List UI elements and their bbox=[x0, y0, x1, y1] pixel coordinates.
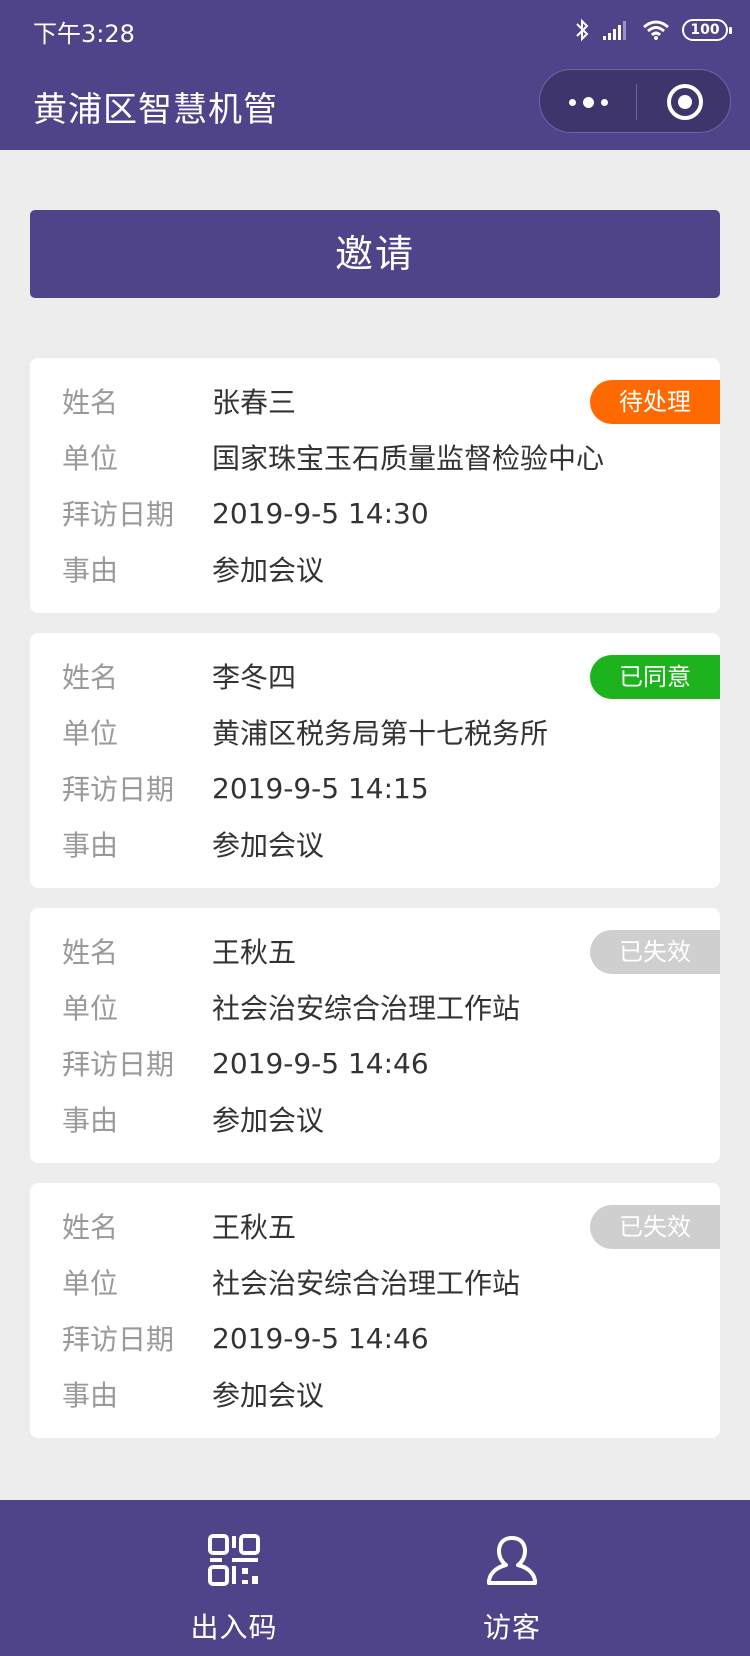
signal-icon bbox=[603, 21, 626, 40]
reason-label: 事由 bbox=[62, 1104, 119, 1137]
visitor-unit: 黄浦区税务局第十七税务所 bbox=[212, 717, 549, 750]
card-row-name: 姓名 张春三 bbox=[62, 381, 296, 421]
nav-bar: 黄浦区智慧机管 bbox=[0, 60, 750, 150]
tab-visitors[interactable]: 访客 bbox=[412, 1500, 612, 1656]
visit-date-label: 拜访日期 bbox=[62, 1323, 175, 1356]
target-icon bbox=[666, 84, 703, 120]
person-icon bbox=[487, 1536, 537, 1585]
unit-label: 单位 bbox=[62, 442, 119, 475]
visit-date: 2019-9-5 14:15 bbox=[212, 771, 429, 805]
mini-program-capsule bbox=[539, 69, 731, 133]
reason-label: 事由 bbox=[62, 829, 119, 862]
unit-label: 单位 bbox=[62, 717, 119, 750]
visitor-card[interactable]: 已失效 姓名 王秋五 单位 社会治安综合治理工作站 拜访日期 2019-9-5 … bbox=[30, 1183, 720, 1438]
unit-label: 单位 bbox=[62, 1267, 119, 1300]
card-row-unit: 单位 黄浦区税务局第十七税务所 bbox=[62, 712, 548, 752]
qr-code-icon bbox=[208, 1534, 260, 1586]
card-row-date: 拜访日期 2019-9-5 14:15 bbox=[62, 768, 429, 808]
status-badge: 已失效 bbox=[590, 930, 720, 974]
visit-date-label: 拜访日期 bbox=[62, 498, 175, 531]
tab-label: 出入码 bbox=[190, 1611, 278, 1644]
visit-date: 2019-9-5 14:46 bbox=[212, 1321, 429, 1355]
more-dot-icon bbox=[568, 98, 576, 106]
card-row-reason: 事由 参加会议 bbox=[62, 824, 324, 864]
visitor-card[interactable]: 已失效 姓名 王秋五 单位 社会治安综合治理工作站 拜访日期 2019-9-5 … bbox=[30, 908, 720, 1163]
battery-icon: 100 bbox=[682, 19, 732, 41]
name-label: 姓名 bbox=[62, 1211, 119, 1244]
unit-label: 单位 bbox=[62, 992, 119, 1025]
visitor-name: 李冬四 bbox=[212, 661, 297, 694]
more-dot-icon bbox=[600, 98, 608, 106]
tab-bar: 出入码 访客 bbox=[0, 1500, 750, 1656]
card-row-name: 姓名 王秋五 bbox=[62, 931, 296, 971]
card-row-date: 拜访日期 2019-9-5 14:46 bbox=[62, 1318, 429, 1358]
card-row-reason: 事由 参加会议 bbox=[62, 1099, 324, 1139]
card-row-date: 拜访日期 2019-9-5 14:30 bbox=[62, 493, 429, 533]
status-bar: 下午3:28 100 bbox=[0, 0, 750, 60]
card-row-date: 拜访日期 2019-9-5 14:46 bbox=[62, 1043, 429, 1083]
reason-label: 事由 bbox=[62, 554, 119, 587]
tab-label: 访客 bbox=[482, 1611, 541, 1644]
name-label: 姓名 bbox=[62, 661, 119, 694]
status-icons: 100 bbox=[574, 14, 732, 46]
name-label: 姓名 bbox=[62, 386, 119, 419]
status-time: 下午3:28 bbox=[33, 20, 135, 48]
visit-reason: 参加会议 bbox=[212, 554, 325, 587]
reason-label: 事由 bbox=[62, 1379, 119, 1412]
status-badge: 待处理 bbox=[590, 380, 720, 424]
bluetooth-icon bbox=[576, 18, 589, 42]
visitor-name: 王秋五 bbox=[212, 936, 297, 969]
card-row-unit: 单位 社会治安综合治理工作站 bbox=[62, 1262, 520, 1302]
visitor-card[interactable]: 待处理 姓名 张春三 单位 国家珠宝玉石质量监督检验中心 拜访日期 2019-9… bbox=[30, 358, 720, 613]
card-row-name: 姓名 王秋五 bbox=[62, 1206, 296, 1246]
status-badge: 已失效 bbox=[590, 1205, 720, 1249]
visit-reason: 参加会议 bbox=[212, 829, 325, 862]
visit-reason: 参加会议 bbox=[212, 1104, 325, 1137]
visit-date: 2019-9-5 14:46 bbox=[212, 1046, 429, 1080]
name-label: 姓名 bbox=[62, 936, 119, 969]
visitor-unit: 社会治安综合治理工作站 bbox=[212, 992, 521, 1025]
close-mini-program-button[interactable] bbox=[637, 70, 732, 134]
wifi-icon bbox=[643, 20, 669, 40]
visit-date-label: 拜访日期 bbox=[62, 1048, 175, 1081]
visit-date-label: 拜访日期 bbox=[62, 773, 175, 806]
invite-button[interactable]: 邀请 bbox=[30, 210, 720, 298]
card-row-reason: 事由 参加会议 bbox=[62, 549, 324, 589]
visitor-name: 张春三 bbox=[212, 386, 297, 419]
card-row-unit: 单位 国家珠宝玉石质量监督检验中心 bbox=[62, 437, 604, 477]
visitor-unit: 社会治安综合治理工作站 bbox=[212, 1267, 521, 1300]
status-badge: 已同意 bbox=[590, 655, 720, 699]
visitor-name: 王秋五 bbox=[212, 1211, 297, 1244]
tab-access-code[interactable]: 出入码 bbox=[134, 1500, 334, 1656]
visit-reason: 参加会议 bbox=[212, 1379, 325, 1412]
visitor-card[interactable]: 已同意 姓名 李冬四 单位 黄浦区税务局第十七税务所 拜访日期 2019-9-5… bbox=[30, 633, 720, 888]
card-row-unit: 单位 社会治安综合治理工作站 bbox=[62, 987, 520, 1027]
page-title: 黄浦区智慧机管 bbox=[33, 90, 278, 130]
more-dot-icon bbox=[582, 96, 594, 108]
more-menu-button[interactable] bbox=[540, 70, 636, 134]
card-row-name: 姓名 李冬四 bbox=[62, 656, 296, 696]
card-row-reason: 事由 参加会议 bbox=[62, 1374, 324, 1414]
visit-date: 2019-9-5 14:30 bbox=[212, 496, 429, 530]
visitor-unit: 国家珠宝玉石质量监督检验中心 bbox=[212, 442, 605, 475]
